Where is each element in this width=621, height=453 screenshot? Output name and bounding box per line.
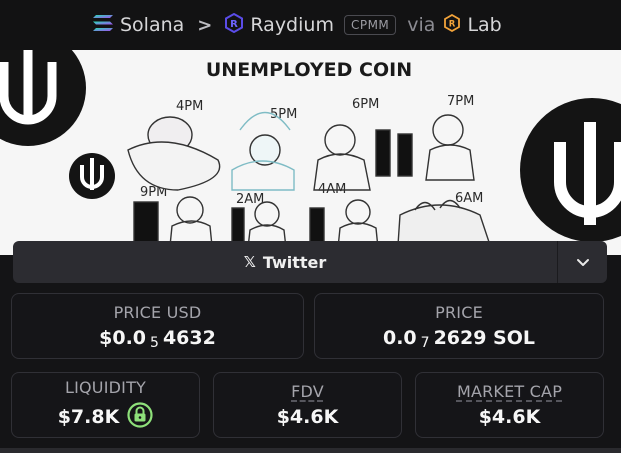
breadcrumb-dex-link[interactable]: R Raydium	[224, 12, 334, 38]
expand-links-button[interactable]	[557, 241, 607, 283]
logo-small-icon	[69, 153, 115, 199]
chevron-down-icon	[576, 253, 590, 272]
price-sol-card: PRICE 0.0 7 2629 SOL	[314, 293, 604, 359]
svg-text:4PM: 4PM	[176, 99, 203, 114]
via-label: via	[407, 14, 436, 36]
liquidity-card: LIQUIDITY $7.8K	[11, 372, 200, 438]
chevron-right-icon: >	[197, 14, 213, 36]
solana-icon	[92, 14, 114, 37]
twitter-button[interactable]: 𝕏 Twitter	[13, 241, 557, 283]
next-section-edge	[0, 448, 621, 453]
token-banner: UNEMPLOYED COIN 4PM 5PM 6PM 7PM 9PM 2AM …	[0, 50, 621, 255]
pool-type-badge: CPMM	[343, 15, 397, 35]
raydium-icon: R	[224, 12, 244, 38]
breadcrumb-chain-link[interactable]: Solana	[92, 14, 184, 37]
svg-text:7PM: 7PM	[447, 94, 474, 109]
dex-name: Raydium	[250, 14, 334, 36]
market-cap-value: $4.6K	[478, 406, 541, 428]
x-logo-icon: 𝕏	[243, 253, 256, 271]
liquidity-value: $7.8K	[58, 401, 154, 433]
fdv-label[interactable]: FDV	[291, 382, 324, 401]
banner-image: UNEMPLOYED COIN 4PM 5PM 6PM 7PM 9PM 2AM …	[0, 50, 621, 255]
market-cap-card: MARKET CAP $4.6K	[415, 372, 604, 438]
price-sol-zero-count: 7	[420, 335, 430, 351]
svg-text:6AM: 6AM	[455, 191, 483, 206]
lab-icon: R	[443, 13, 461, 37]
social-links-bar: 𝕏 Twitter	[13, 241, 607, 283]
liquidity-label: LIQUIDITY	[64, 377, 147, 397]
fdv-card: FDV $4.6K	[213, 372, 402, 438]
price-sol-value: 0.0 7 2629 SOL	[382, 327, 536, 351]
market-cap-label[interactable]: MARKET CAP	[457, 382, 562, 401]
twitter-label: Twitter	[262, 252, 327, 272]
liquidity-locked-icon[interactable]	[127, 401, 153, 433]
breadcrumb: Solana > R Raydium CPMM via R Lab	[0, 0, 621, 50]
svg-text:R: R	[231, 19, 239, 30]
price-usd-label: PRICE USD	[113, 303, 202, 322]
svg-text:R: R	[449, 19, 456, 29]
price-usd-zero-count: 5	[150, 335, 159, 351]
price-usd-value: $0.0 5 4632	[99, 327, 216, 351]
chain-name: Solana	[120, 14, 185, 36]
price-usd-card: PRICE USD $0.0 5 4632	[11, 293, 304, 359]
price-sol-label: PRICE	[435, 303, 483, 322]
svg-text:6PM: 6PM	[352, 97, 379, 112]
fdv-value: $4.6K	[276, 406, 339, 428]
launchpad-name: Lab	[467, 14, 502, 36]
banner-title: UNEMPLOYED COIN	[206, 59, 412, 81]
